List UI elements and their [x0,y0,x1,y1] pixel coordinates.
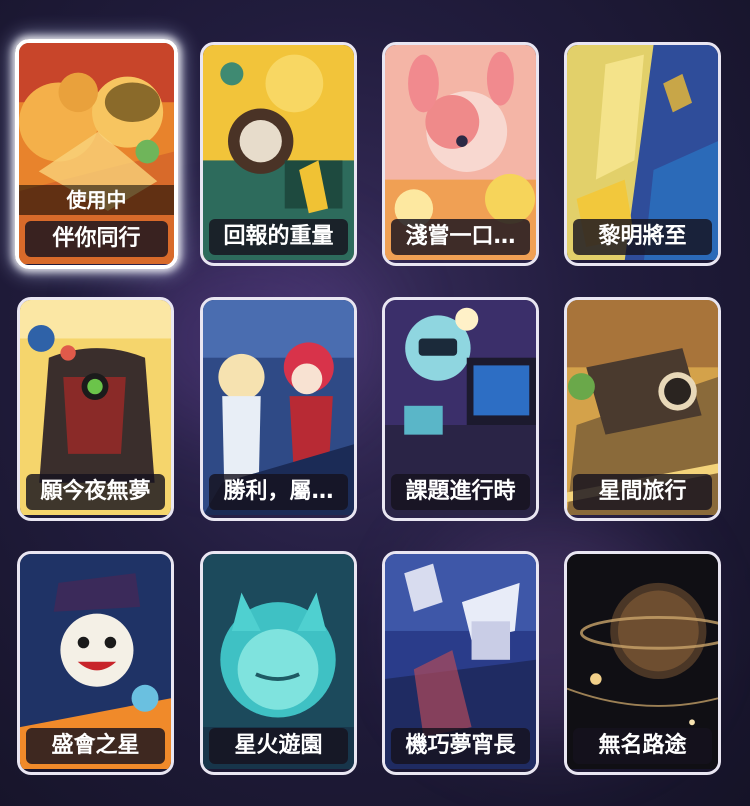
card-title: 淺嘗一口… [391,219,530,255]
card-title: 盛會之星 [26,728,165,764]
card-title: 星間旅行 [573,474,712,510]
card-9[interactable]: 盛會之星 [17,551,174,775]
card-4[interactable]: 黎明將至 [564,42,721,266]
card-12[interactable]: 無名路途 [564,551,721,775]
card-title: 伴你同行 [25,221,168,257]
card-5[interactable]: 願今夜無夢 [17,297,174,521]
card-6[interactable]: 勝利，屬… [200,297,357,521]
card-7[interactable]: 課題進行時 [382,297,539,521]
card-title: 黎明將至 [573,219,712,255]
card-3[interactable]: 淺嘗一口… [382,42,539,266]
card-1[interactable]: 使用中 伴你同行 [15,39,178,269]
card-title: 願今夜無夢 [26,474,165,510]
card-8[interactable]: 星間旅行 [564,297,721,521]
card-11[interactable]: 機巧夢宵長 [382,551,539,775]
card-title: 回報的重量 [209,219,348,255]
card-2[interactable]: 回報的重量 [200,42,357,266]
card-10[interactable]: 星火遊園 [200,551,357,775]
card-title: 星火遊園 [209,728,348,764]
card-title: 勝利，屬… [209,474,348,510]
card-title: 課題進行時 [391,474,530,510]
card-title: 機巧夢宵長 [391,728,530,764]
card-title: 無名路途 [573,728,712,764]
in-use-badge: 使用中 [19,185,174,215]
card-grid: 使用中 伴你同行 回報的重量 淺嘗一口… 黎明將至 願今夜無夢 勝利，屬… 課題… [0,0,750,806]
